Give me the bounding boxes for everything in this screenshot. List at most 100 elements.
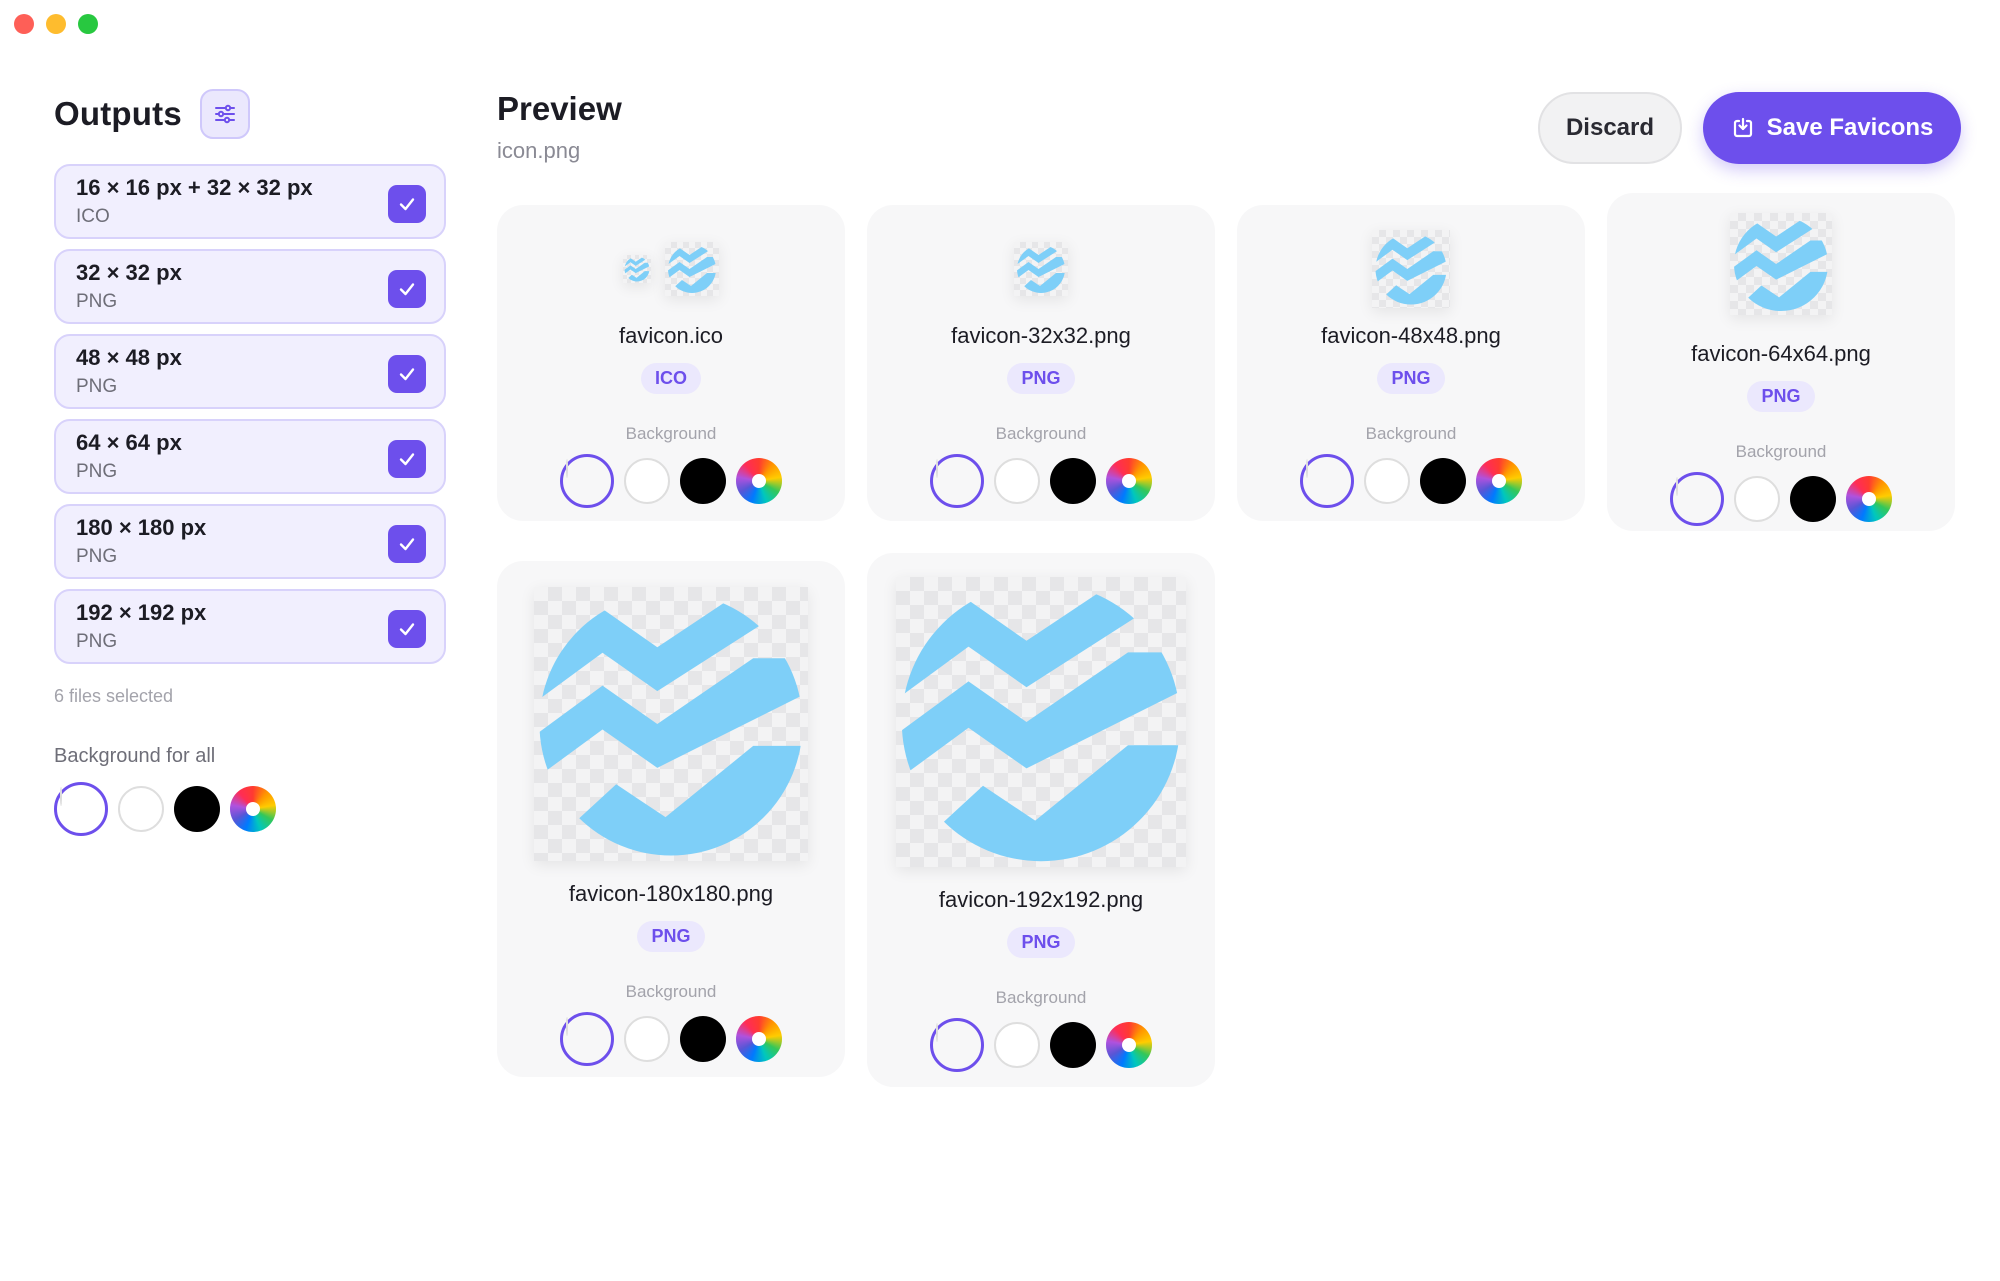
save-favicons-label: Save Favicons [1766, 114, 1934, 141]
icon-preview [534, 587, 808, 861]
checker-icon [1306, 459, 1308, 478]
black-swatch[interactable] [1420, 458, 1466, 504]
favicon-32-preview [665, 242, 719, 296]
sliders-icon [214, 104, 235, 124]
output-item-180[interactable]: 180 × 180 px PNG [54, 504, 446, 579]
save-download-icon [1733, 117, 1752, 138]
favicon-48-preview [1372, 230, 1450, 308]
background-swatches [930, 1018, 1152, 1072]
output-checkbox[interactable] [388, 440, 426, 478]
color-picker-swatch[interactable] [736, 458, 782, 504]
checker-icon [1676, 477, 1678, 496]
white-swatch[interactable] [624, 458, 670, 504]
color-picker-swatch[interactable] [1106, 458, 1152, 504]
color-picker-swatch[interactable] [1106, 1022, 1152, 1068]
checkmark-icon [399, 623, 415, 636]
color-picker-swatch[interactable] [736, 1016, 782, 1062]
output-checkbox[interactable] [388, 185, 426, 223]
outputs-sidebar: Outputs 16 × 16 px + 32 × 32 px ICO 32 ×… [54, 88, 446, 836]
output-checkbox[interactable] [388, 355, 426, 393]
format-badge: PNG [1007, 927, 1075, 958]
white-swatch[interactable] [1364, 458, 1410, 504]
black-swatch[interactable] [1050, 1022, 1096, 1068]
format-badge: PNG [1747, 381, 1815, 412]
favicon-64-preview [1730, 213, 1832, 315]
checkmark-icon [399, 283, 415, 296]
checker-icon [566, 459, 568, 478]
preview-title: Preview [497, 90, 622, 127]
background-swatches [560, 1012, 782, 1066]
format-badge: PNG [1377, 363, 1445, 394]
black-swatch[interactable] [174, 786, 220, 832]
black-swatch[interactable] [1790, 476, 1836, 522]
white-swatch[interactable] [624, 1016, 670, 1062]
preview-card-32: favicon-32x32.png PNG Background [867, 205, 1215, 521]
black-swatch[interactable] [680, 1016, 726, 1062]
checkmark-icon [399, 368, 415, 381]
color-picker-swatch[interactable] [230, 786, 276, 832]
background-swatches [930, 454, 1152, 508]
preview-filename: favicon-192x192.png [938, 887, 1144, 912]
background-label: Background [1365, 424, 1457, 443]
output-checkbox[interactable] [388, 610, 426, 648]
output-item-ico[interactable]: 16 × 16 px + 32 × 32 px ICO [54, 164, 446, 239]
preview-card-180: favicon-180x180.png PNG Background [497, 561, 845, 1077]
icon-preview [896, 577, 1186, 867]
background-label: Background [995, 988, 1087, 1007]
background-swatches [1300, 454, 1522, 508]
source-filename: icon.png [497, 138, 581, 163]
output-settings-button[interactable] [199, 89, 250, 139]
output-list: 16 × 16 px + 32 × 32 px ICO 32 × 32 px P… [54, 164, 446, 664]
white-swatch[interactable] [994, 458, 1040, 504]
checkmark-icon [399, 453, 415, 466]
preview-card-48: favicon-48x48.png PNG Background [1237, 205, 1585, 521]
favicon-180-preview [534, 587, 808, 861]
background-for-all-swatches [54, 782, 446, 836]
output-item-48[interactable]: 48 × 48 px PNG [54, 334, 446, 409]
output-item-32[interactable]: 32 × 32 px PNG [54, 249, 446, 324]
files-selected-count: 6 files selected [54, 686, 174, 706]
preview-filename: favicon.ico [619, 323, 723, 348]
format-badge: ICO [640, 363, 701, 394]
transparent-swatch[interactable] [54, 782, 108, 836]
black-swatch[interactable] [1050, 458, 1096, 504]
transparent-swatch[interactable] [1300, 454, 1354, 508]
color-picker-swatch[interactable] [1476, 458, 1522, 504]
color-picker-swatch[interactable] [1846, 476, 1892, 522]
save-favicons-button[interactable]: Save Favicons [1703, 92, 1961, 164]
preview-card-64: favicon-64x64.png PNG Background [1607, 193, 1955, 531]
checker-icon [60, 787, 62, 806]
transparent-swatch[interactable] [1670, 472, 1724, 526]
discard-button[interactable]: Discard [1538, 92, 1682, 164]
format-badge: PNG [637, 921, 705, 952]
preview-card-ico: favicon.ico ICO Background [497, 205, 845, 521]
output-item-192[interactable]: 192 × 192 px PNG [54, 589, 446, 664]
white-swatch[interactable] [118, 786, 164, 832]
output-checkbox[interactable] [388, 525, 426, 563]
preview-filename: favicon-32x32.png [951, 323, 1131, 348]
favicon-16-preview [623, 255, 651, 283]
icon-preview [623, 241, 719, 297]
white-swatch[interactable] [994, 1022, 1040, 1068]
format-badge: PNG [1007, 363, 1075, 394]
background-for-all-label: Background for all [54, 745, 216, 767]
background-label: Background [995, 424, 1087, 443]
icon-preview [1372, 230, 1450, 308]
transparent-swatch[interactable] [930, 454, 984, 508]
background-label: Background [625, 424, 717, 443]
transparent-swatch[interactable] [560, 1012, 614, 1066]
transparent-swatch[interactable] [560, 454, 614, 508]
background-swatches [1670, 472, 1892, 526]
zoom-window-button[interactable] [78, 14, 98, 34]
checkmark-icon [399, 538, 415, 551]
output-item-64[interactable]: 64 × 64 px PNG [54, 419, 446, 494]
checker-icon [566, 1017, 568, 1036]
white-swatch[interactable] [1734, 476, 1780, 522]
black-swatch[interactable] [680, 458, 726, 504]
minimize-window-button[interactable] [46, 14, 66, 34]
transparent-swatch[interactable] [930, 1018, 984, 1072]
window-controls [14, 14, 98, 34]
close-window-button[interactable] [14, 14, 34, 34]
output-checkbox[interactable] [388, 270, 426, 308]
outputs-header: Outputs [54, 88, 446, 140]
